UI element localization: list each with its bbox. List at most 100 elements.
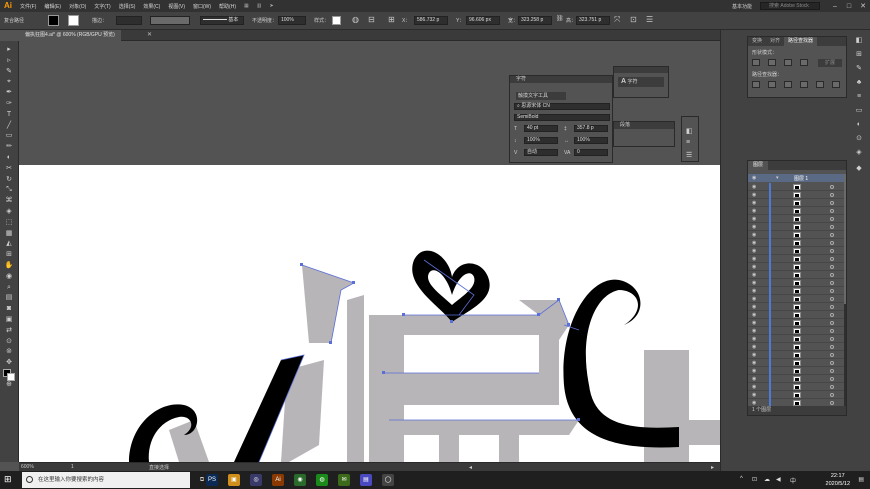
layer-row[interactable]: ◉ — [748, 287, 844, 295]
target-circle-icon[interactable] — [830, 209, 834, 213]
layers-icon[interactable]: ◆ — [854, 164, 864, 173]
pen-tool-icon[interactable]: ✒ — [3, 88, 15, 97]
vertical-scale-field[interactable]: 100% — [524, 137, 558, 144]
target-circle-icon[interactable] — [830, 249, 834, 253]
layer-row[interactable]: ◉ — [748, 375, 844, 383]
eyedropper-tool-icon[interactable]: ✋ — [3, 261, 15, 270]
hand-tool-icon[interactable]: ✥ — [3, 358, 15, 367]
visibility-eye-icon[interactable]: ◉ — [752, 392, 756, 398]
artboard-number[interactable]: 1 — [71, 464, 74, 470]
layer-row[interactable]: ◉ — [748, 263, 844, 271]
pencil-tool-icon[interactable]: ✏ — [3, 142, 15, 151]
visibility-eye-icon[interactable]: ◉ — [752, 376, 756, 382]
menu-type[interactable]: 文字(T) — [90, 3, 114, 10]
layer-row[interactable]: ◉ — [748, 279, 844, 287]
editor-app-icon[interactable]: ▤ — [360, 474, 372, 486]
direct-selection-tool-icon[interactable]: ▹ — [3, 56, 15, 65]
layer-row[interactable]: ◉ — [748, 239, 844, 247]
target-circle-icon[interactable] — [830, 353, 834, 357]
windows-start-icon[interactable]: ⊞ — [4, 474, 12, 485]
tab-pathfinder[interactable]: 路径查找器 — [784, 37, 818, 46]
visibility-eye-icon[interactable]: ◉ — [752, 208, 756, 214]
scroll-right-icon[interactable]: ▸ — [711, 464, 714, 471]
puppet-warp-tool-icon[interactable]: ⌘ — [3, 196, 15, 205]
variable-width-field[interactable] — [150, 16, 190, 25]
align-panel-icon[interactable]: ≡ — [686, 139, 690, 146]
menu-view[interactable]: 视图(V) — [164, 3, 189, 10]
character-panel-button[interactable]: A 字符 — [618, 77, 664, 87]
menu-window[interactable]: 窗口(W) — [189, 3, 215, 10]
visibility-eye-icon[interactable]: ◉ — [752, 336, 756, 342]
stroke-icon[interactable]: ≡ — [854, 92, 864, 101]
layers-scrollbar[interactable] — [844, 174, 846, 406]
layer-row[interactable]: ◉ — [748, 247, 844, 255]
mesh-tool-icon[interactable]: ◭ — [3, 239, 15, 248]
system-clock[interactable]: 22:17 2020/5/12 — [826, 472, 850, 488]
crop-button[interactable] — [800, 81, 808, 88]
font-family-field[interactable]: ⌕ 思源宋体 CN — [514, 103, 610, 110]
target-circle-icon[interactable] — [830, 241, 834, 245]
graphic-style-swatch[interactable] — [332, 16, 341, 25]
zoom-level[interactable]: 600% — [21, 464, 34, 470]
target-circle-icon[interactable] — [830, 393, 834, 397]
swatches-icon[interactable]: ⊞ — [854, 50, 864, 59]
target-circle-icon[interactable] — [830, 377, 834, 381]
file-explorer-app-icon[interactable]: ▣ — [228, 474, 240, 486]
minus-back-button[interactable] — [832, 81, 840, 88]
font-size-field[interactable]: 40 pt — [524, 125, 558, 132]
leading-field[interactable]: 357.8 p — [574, 125, 608, 132]
graphic-styles-icon[interactable]: ◈ — [854, 148, 864, 157]
symbols-icon[interactable]: ♣ — [854, 78, 864, 87]
photoshop-app-icon[interactable]: PS — [206, 474, 218, 486]
tray-expand-icon[interactable]: ^ — [740, 476, 743, 482]
artboard-tool-icon[interactable]: ◙ — [3, 304, 15, 313]
layer-row[interactable]: ◉ — [748, 391, 844, 399]
visibility-eye-icon[interactable]: ◉ — [752, 272, 756, 278]
layer-row[interactable]: ◉ — [748, 311, 844, 319]
visibility-eye-icon[interactable]: ◉ — [752, 184, 756, 190]
shaper-tool-icon[interactable]: ◐ — [3, 153, 15, 162]
opacity-field[interactable]: 100% — [278, 16, 306, 25]
maximize-button[interactable]: □ — [842, 3, 856, 10]
menu-effect[interactable]: 效果(C) — [139, 3, 164, 10]
wechat-app-icon[interactable]: ◍ — [316, 474, 328, 486]
layer-row[interactable]: ◉ — [748, 199, 844, 207]
layer-row[interactable]: ◉ — [748, 303, 844, 311]
screen-mode-icon[interactable]: ⊕ — [3, 380, 15, 389]
layer-row[interactable]: ◉ — [748, 207, 844, 215]
mail-app-icon[interactable]: ✉ — [338, 474, 350, 486]
artboard[interactable] — [19, 165, 720, 462]
target-circle-icon[interactable] — [830, 233, 834, 237]
target-circle-icon[interactable] — [830, 337, 834, 341]
stroke-swatch[interactable] — [68, 15, 79, 26]
stroke-color-indicator[interactable] — [7, 373, 15, 381]
visibility-eye-icon[interactable]: ◉ — [752, 384, 756, 390]
font-style-field[interactable]: SemiBold — [514, 114, 610, 121]
taskbar-search-input[interactable]: 在这里输入你要搜索的内容 — [22, 472, 190, 488]
collapsed-panel-titlebar[interactable] — [614, 67, 668, 73]
volume-icon[interactable]: ◀ — [776, 476, 781, 483]
target-circle-icon[interactable] — [830, 313, 834, 317]
visibility-eye-icon[interactable]: ◉ — [752, 296, 756, 302]
layers-stack-icon[interactable]: ◧ — [686, 127, 693, 135]
target-circle-icon[interactable] — [830, 225, 834, 229]
default-colors-icon[interactable]: ⊙ — [3, 337, 15, 346]
layers-scroll-thumb[interactable] — [844, 174, 846, 304]
target-circle-icon[interactable] — [830, 329, 834, 333]
menu-object[interactable]: 对象(O) — [65, 3, 90, 10]
draw-mode-icon[interactable]: ⊚ — [3, 347, 15, 356]
target-circle-icon[interactable] — [830, 193, 834, 197]
touch-type-tool-button[interactable]: 触摸文字工具 — [516, 92, 566, 100]
target-circle-icon[interactable] — [830, 345, 834, 349]
width-field[interactable]: 323.258 p — [518, 16, 552, 25]
target-circle-icon[interactable] — [830, 361, 834, 365]
magic-wand-tool-icon[interactable]: ✎ — [3, 67, 15, 76]
outline-button[interactable] — [816, 81, 824, 88]
visibility-eye-icon[interactable]: ◉ — [752, 368, 756, 374]
line-tool-icon[interactable]: ╱ — [3, 121, 15, 130]
target-circle-icon[interactable] — [830, 185, 834, 189]
layer-row[interactable]: ◉ — [748, 191, 844, 199]
merge-button[interactable] — [784, 81, 792, 88]
layer-row[interactable]: ◉ — [748, 383, 844, 391]
expand-layer-icon[interactable]: ▾ — [776, 175, 779, 181]
